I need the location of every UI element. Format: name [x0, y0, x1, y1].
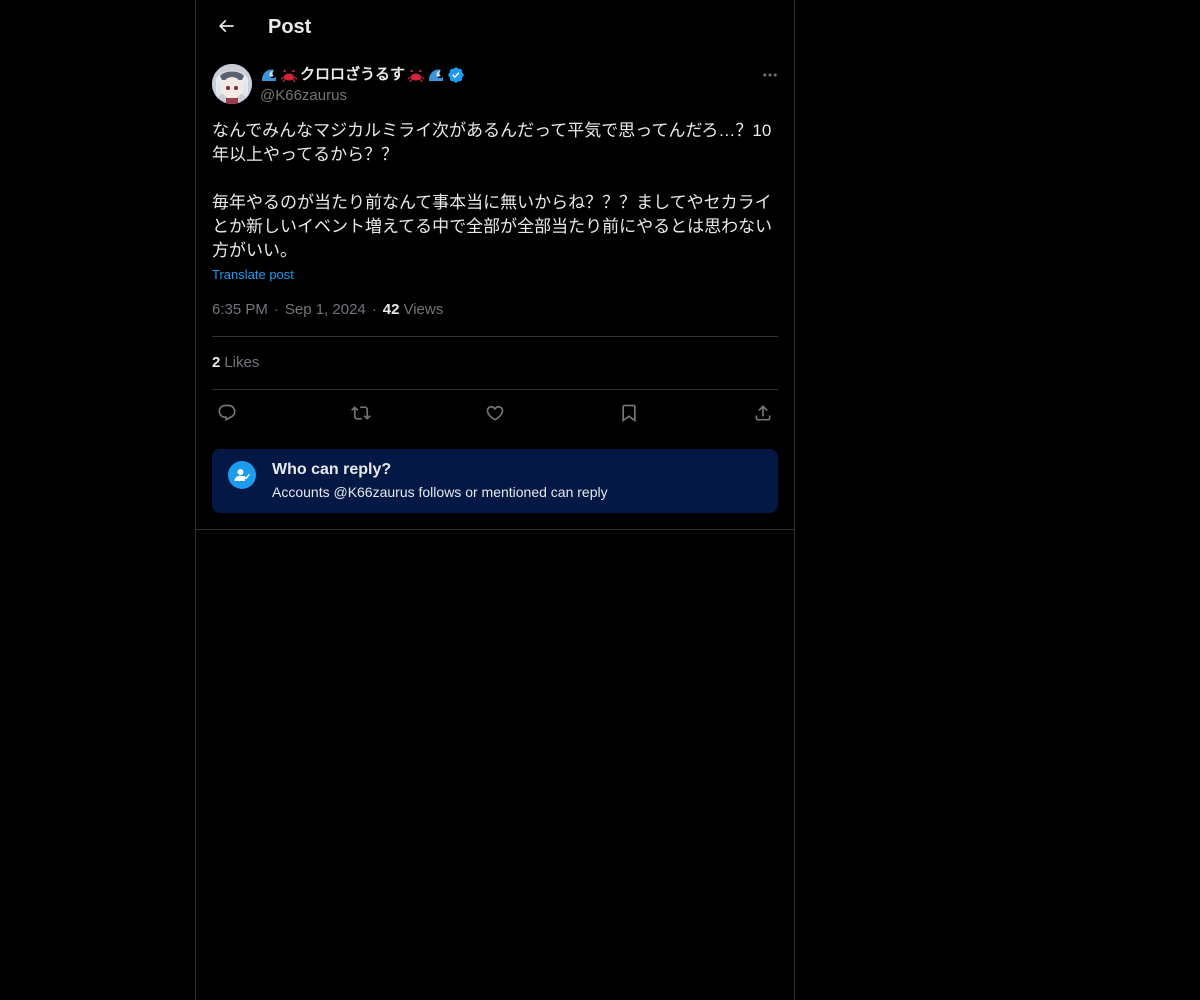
bookmark-icon — [622, 404, 636, 423]
views-label: Views — [403, 301, 444, 318]
arrow-left-icon — [218, 19, 234, 33]
author-display-name: クロロざうるす — [300, 66, 406, 83]
like-button[interactable] — [480, 398, 510, 428]
post-meta: 6:35 PM · Sep 1, 2024 · 42 Views — [212, 300, 443, 320]
likes-label: Likes — [224, 354, 260, 371]
reply-restriction-subtitle: Accounts @K66zaurus follows or mentioned… — [272, 484, 608, 500]
wave-emoji-icon — [260, 66, 278, 84]
more-dots-icon — [763, 73, 777, 77]
divider — [196, 529, 794, 530]
heart-icon — [486, 405, 504, 421]
reply-icon — [218, 404, 236, 422]
more-options-button[interactable] — [758, 64, 782, 86]
post-time[interactable]: 6:35 PM — [212, 300, 268, 320]
reply-button[interactable] — [212, 398, 242, 428]
crab-emoji-icon — [280, 66, 298, 84]
wave-emoji-icon — [427, 66, 445, 84]
reply-restriction-title: Who can reply? — [272, 461, 392, 478]
share-button[interactable] — [748, 398, 778, 428]
meta-separator: · — [371, 301, 377, 318]
bookmark-button[interactable] — [614, 398, 644, 428]
primary-column: Post クロロざうるす @K66zaurus なんでみんなマジカルミライ次があ… — [195, 0, 795, 1000]
page-header: Post — [196, 0, 794, 54]
verified-badge-icon[interactable] — [447, 66, 465, 84]
action-bar — [212, 398, 778, 428]
person-check-icon — [228, 461, 256, 489]
repost-icon — [351, 406, 371, 420]
meta-separator: · — [273, 301, 279, 318]
divider — [212, 389, 778, 390]
views-count: 42 — [382, 301, 400, 318]
repost-button[interactable] — [346, 398, 376, 428]
post-text: なんでみんなマジカルミライ次があるんだって平気で思ってんだろ…？10年以上やって… — [212, 121, 773, 260]
avatar-image — [212, 64, 252, 104]
reply-restriction-notice: Who can reply? Accounts @K66zaurus follo… — [212, 449, 778, 513]
likes-link[interactable]: 2 Likes — [212, 353, 259, 373]
post-date[interactable]: Sep 1, 2024 — [285, 300, 366, 320]
page-title: Post — [268, 16, 312, 38]
divider — [212, 336, 778, 337]
author-handle[interactable]: @K66zaurus — [260, 86, 347, 106]
share-icon — [755, 405, 771, 421]
avatar[interactable] — [212, 64, 252, 104]
likes-count: 2 — [212, 354, 221, 371]
author-name-row[interactable]: クロロざうるす — [260, 64, 465, 86]
back-button[interactable] — [208, 8, 244, 44]
translate-post-link[interactable]: Translate post — [212, 266, 294, 284]
crab-emoji-icon — [407, 66, 425, 84]
